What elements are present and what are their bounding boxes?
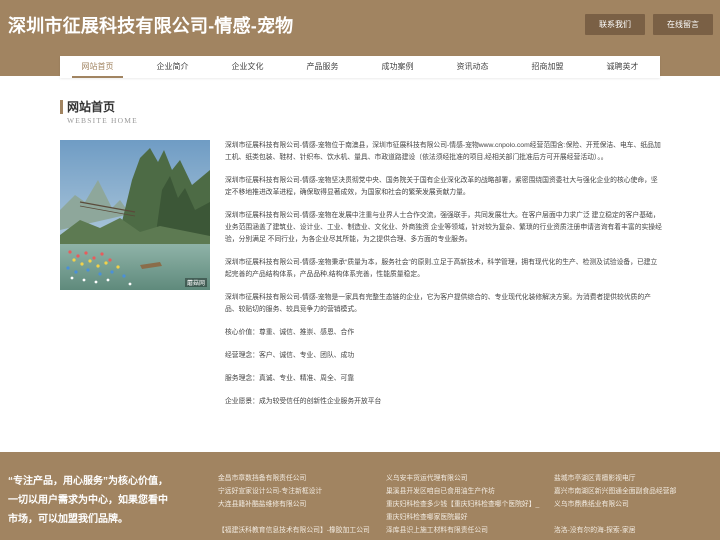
- nav-item-news[interactable]: 资讯动态: [435, 56, 510, 78]
- nav-item-franchise[interactable]: 招商加盟: [510, 56, 585, 78]
- footer-link[interactable]: 宁远好宣家设计公司-专注新框设计: [218, 485, 370, 498]
- site-footer: “专注产品，用心服务”为核心价值，一切以用户需求为中心，如果您看中市场，可以加盟…: [0, 452, 720, 540]
- footer-links-column-2: 义乌安丰货运代理有限公司 巢溪县开发区咱自已食用油生产作坊 重庆妇科检查多少钱【…: [386, 472, 539, 537]
- section-title: 网站首页: [67, 100, 116, 114]
- nav-item-careers[interactable]: 诚聘英才: [585, 56, 660, 78]
- intro-paragraph: 深圳市征展科技有限公司-情感-宠物在发展中注重与业界人士合作交流，强强联手，共同…: [225, 212, 662, 243]
- intro-paragraph: 深圳市征展科技有限公司-情感-宠物秉承“质量为本，服务社会”的原则,立足于高新技…: [225, 259, 658, 278]
- landscape-illustration: [60, 140, 210, 290]
- footer-link[interactable]: 【福建沃科教育信息技术有限公司】-橡胶加工公司: [218, 524, 370, 537]
- footer-link[interactable]: 泽库县识上施工材料有限责任公司: [386, 524, 539, 537]
- footer-link[interactable]: 洛洛-没有尔的海-探索-家居: [554, 524, 676, 537]
- contact-us-button[interactable]: 联系我们: [585, 14, 645, 35]
- footer-link[interactable]: 义乌安丰货运代理有限公司: [386, 472, 539, 485]
- intro-paragraph: 深圳市征展科技有限公司-情感-宠物坚决贯彻党中央、国务院关于国有企业深化改革的战…: [225, 177, 658, 196]
- business-philosophy: 经营理念：客户、诚信、专业、团队、成功: [225, 352, 355, 359]
- footer-link[interactable]: 巢溪县开发区咱自已食用油生产作坊: [386, 485, 539, 498]
- footer-links-column-3: 盐城市亭湖区青檀影视电厅 嘉兴市南湖区新兴图通全面副食品经营部 义乌市鼎鼎纸业有…: [554, 472, 676, 537]
- section-subtitle: WEBSITE HOME: [67, 116, 138, 125]
- nav-item-products[interactable]: 产品服务: [285, 56, 360, 78]
- intro-paragraph: 深圳市征展科技有限公司-情感-宠物是一家具有完整生态链的企业，它为客户提供综合的…: [225, 294, 651, 313]
- photo-watermark: 蘑菇网: [184, 278, 207, 287]
- footer-link[interactable]: 嘉兴市南湖区新兴图通全面副食品经营部: [554, 485, 676, 498]
- footer-links-column-1: 金昌市章数挡备有限责任公司 宁远好宣家设计公司-专注新框设计 大连县籍补酷盐维修…: [218, 472, 370, 537]
- footer-link[interactable]: [218, 511, 370, 524]
- footer-link[interactable]: 盐城市亭湖区青檀影视电厅: [554, 472, 676, 485]
- service-philosophy: 服务理念：真诚、专业、精准、周全、可靠: [225, 375, 355, 382]
- footer-link[interactable]: 义乌市鼎鼎纸业有限公司: [554, 498, 676, 511]
- main-nav: 网站首页 企业简介 企业文化 产品服务 成功案例 资讯动态 招商加盟 诚聘英才: [60, 56, 660, 78]
- site-title[interactable]: 深圳市征展科技有限公司-情感-宠物: [8, 12, 293, 38]
- footer-link[interactable]: 重庆妇科检查多少钱【重庆妇科检查哪个医院好】_: [386, 498, 539, 511]
- core-values: 核心价值：尊重、诚信、推崇、感恩、合作: [225, 329, 355, 336]
- footer-link[interactable]: 金昌市章数挡备有限责任公司: [218, 472, 370, 485]
- nav-item-home[interactable]: 网站首页: [60, 56, 135, 78]
- footer-link[interactable]: 大连县籍补酷盐维修有限公司: [218, 498, 370, 511]
- intro-paragraph: 深圳市征展科技有限公司-情感-宠物位于南澳县，深圳市征展科技有限公司-情感-宠物…: [225, 142, 661, 161]
- company-vision: 企业愿景：成为较受信任的创新性企业服务开放平台: [225, 398, 382, 405]
- footer-link[interactable]: [554, 511, 676, 524]
- nav-item-cases[interactable]: 成功案例: [360, 56, 435, 78]
- landscape-photo: 蘑菇网: [60, 140, 210, 290]
- intro-content: 深圳市征展科技有限公司-情感-宠物位于南澳县，深圳市征展科技有限公司-情感-宠物…: [225, 140, 662, 419]
- nav-item-about[interactable]: 企业简介: [135, 56, 210, 78]
- online-message-button[interactable]: 在线留言: [653, 14, 713, 35]
- section-accent-bar: [60, 100, 63, 114]
- nav-item-culture[interactable]: 企业文化: [210, 56, 285, 78]
- footer-slogan: “专注产品，用心服务”为核心价值，一切以用户需求为中心，如果您看中市场，可以加盟…: [8, 476, 168, 525]
- footer-link[interactable]: 重庆妇科检查哪家医院最好: [386, 511, 539, 524]
